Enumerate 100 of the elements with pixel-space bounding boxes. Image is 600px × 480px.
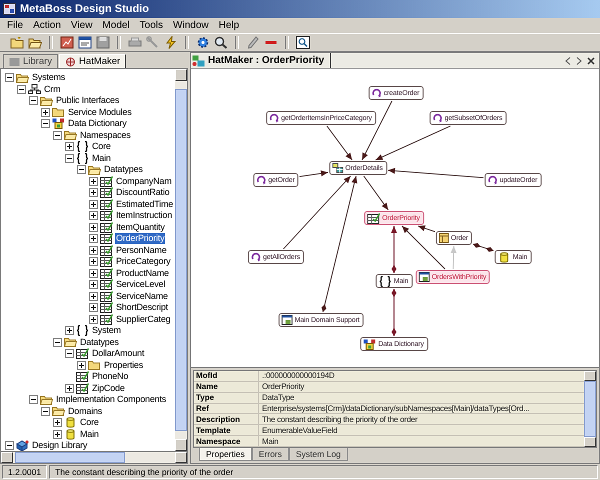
tree-item[interactable]: SupplierCateg — [115, 314, 172, 325]
chevron-left-icon[interactable] — [565, 56, 571, 64]
open-folder-icon[interactable] — [28, 36, 42, 49]
expand-toggle[interactable] — [89, 234, 98, 244]
panel-tab[interactable]: HatMaker — [59, 54, 126, 68]
lightning-icon[interactable] — [164, 36, 178, 49]
chevron-right-icon[interactable] — [576, 56, 582, 64]
expand-toggle[interactable] — [89, 211, 98, 220]
pencil-icon[interactable] — [246, 36, 260, 49]
panel-tab[interactable]: Errors — [252, 448, 289, 461]
tree-item[interactable]: ServiceLevel — [115, 279, 166, 290]
scrollbar[interactable] — [0, 452, 188, 464]
tree-item[interactable]: DiscountRatio — [115, 187, 170, 198]
menu-item[interactable]: Window — [168, 20, 214, 31]
printer-icon[interactable] — [128, 36, 142, 49]
tree-item[interactable]: PhoneNo — [91, 371, 130, 382]
tree-item[interactable]: System — [91, 325, 122, 336]
expand-toggle[interactable] — [89, 303, 98, 312]
expand-toggle[interactable] — [89, 257, 98, 266]
tree-item[interactable]: ItemQuantity — [115, 222, 166, 233]
expand-toggle[interactable] — [89, 200, 98, 209]
tree-item[interactable]: Domains — [67, 406, 104, 417]
expand-toggle[interactable] — [89, 246, 98, 255]
expand-toggle[interactable] — [89, 268, 98, 278]
cycle-icon — [488, 175, 498, 185]
tree-item[interactable]: Design Library — [31, 440, 88, 451]
menu-item[interactable]: Help — [214, 20, 244, 31]
expand-toggle[interactable] — [89, 222, 98, 232]
tree-item[interactable]: ProductName — [115, 268, 170, 279]
expand-toggle[interactable] — [17, 84, 26, 94]
blocks-icon — [52, 118, 65, 130]
expand-toggle[interactable] — [65, 349, 74, 358]
tree-item[interactable]: Core — [91, 141, 112, 152]
expand-toggle[interactable] — [29, 96, 38, 106]
tree-item[interactable]: ServiceName — [115, 290, 169, 302]
expand-toggle[interactable] — [77, 360, 86, 370]
tree-item[interactable]: Implementation Components — [55, 394, 168, 406]
expand-toggle[interactable] — [41, 108, 50, 117]
expand-toggle[interactable] — [41, 406, 50, 416]
tree-item[interactable]: PriceCategory — [115, 256, 172, 268]
tree-item[interactable]: Public Interfaces — [55, 95, 120, 106]
window-icon[interactable] — [78, 36, 92, 49]
expand-toggle[interactable] — [65, 154, 74, 163]
panel-tab[interactable]: Library — [3, 54, 58, 68]
scrollbar[interactable] — [584, 371, 596, 447]
property-name: Type — [194, 392, 259, 403]
tree-item[interactable]: DollarAmount — [91, 348, 146, 360]
tree-item[interactable]: Core — [79, 417, 100, 428]
expand-toggle[interactable] — [65, 142, 74, 152]
menu-item[interactable]: View — [66, 20, 98, 31]
tree-item[interactable]: ItemInstruction — [115, 210, 174, 222]
close-icon[interactable] — [587, 56, 595, 64]
tree-item[interactable]: ShortDescript — [115, 302, 169, 314]
tree-item[interactable]: Service Modules — [67, 106, 133, 118]
search-icon[interactable] — [214, 36, 228, 49]
panel-tab[interactable]: System Log — [288, 448, 348, 461]
tree-item[interactable]: ZipCode — [91, 382, 126, 394]
menu-item[interactable]: File — [2, 20, 28, 31]
grid-icon — [100, 198, 113, 210]
tree-item[interactable]: Main — [79, 428, 100, 440]
expand-toggle[interactable] — [53, 130, 62, 140]
scrollbar[interactable] — [175, 69, 187, 451]
expand-toggle[interactable] — [65, 384, 74, 393]
expand-toggle[interactable] — [41, 119, 50, 128]
expand-toggle[interactable] — [53, 430, 62, 439]
expand-toggle[interactable] — [5, 441, 14, 450]
expand-toggle[interactable] — [53, 338, 62, 347]
menu-item[interactable]: Model — [97, 20, 135, 31]
grid-icon — [100, 256, 113, 268]
expand-toggle[interactable] — [89, 292, 98, 301]
zoom-icon[interactable] — [296, 36, 310, 49]
expand-toggle[interactable] — [77, 165, 86, 174]
settings-icon[interactable] — [196, 36, 210, 49]
tree-item[interactable]: Crm — [43, 84, 62, 95]
tree-item[interactable]: Datatypes — [79, 336, 120, 348]
chart-icon[interactable] — [60, 36, 74, 49]
folder-icon[interactable] — [10, 36, 24, 49]
tree-item[interactable]: Properties — [103, 360, 144, 371]
tree-item[interactable]: CompanyNam — [115, 176, 173, 187]
tree-item[interactable]: OrderPriority — [115, 233, 166, 244]
expand-toggle[interactable] — [53, 418, 62, 428]
expand-toggle[interactable] — [29, 395, 38, 404]
expand-toggle[interactable] — [89, 176, 98, 186]
tree-item[interactable]: EstimatedTime — [115, 198, 174, 210]
expand-toggle[interactable] — [65, 326, 74, 336]
tree-item[interactable]: Datatypes — [103, 164, 144, 176]
connector-arrow — [472, 243, 494, 252]
tree-item[interactable]: Systems — [31, 72, 66, 84]
tree-item[interactable]: PersonName — [115, 244, 168, 256]
expand-toggle[interactable] — [5, 73, 14, 82]
tree-item[interactable]: Main — [91, 152, 112, 164]
menu-item[interactable]: Action — [28, 20, 66, 31]
panel-tab[interactable]: Properties — [199, 448, 252, 461]
expand-toggle[interactable] — [89, 188, 98, 198]
expand-toggle[interactable] — [89, 314, 98, 324]
menu-item[interactable]: Tools — [134, 20, 168, 31]
tree-item[interactable]: Namespaces — [79, 130, 132, 141]
expand-toggle[interactable] — [89, 280, 98, 290]
braces-icon — [76, 325, 89, 336]
tree-item[interactable]: Data Dictionary — [67, 118, 128, 130]
